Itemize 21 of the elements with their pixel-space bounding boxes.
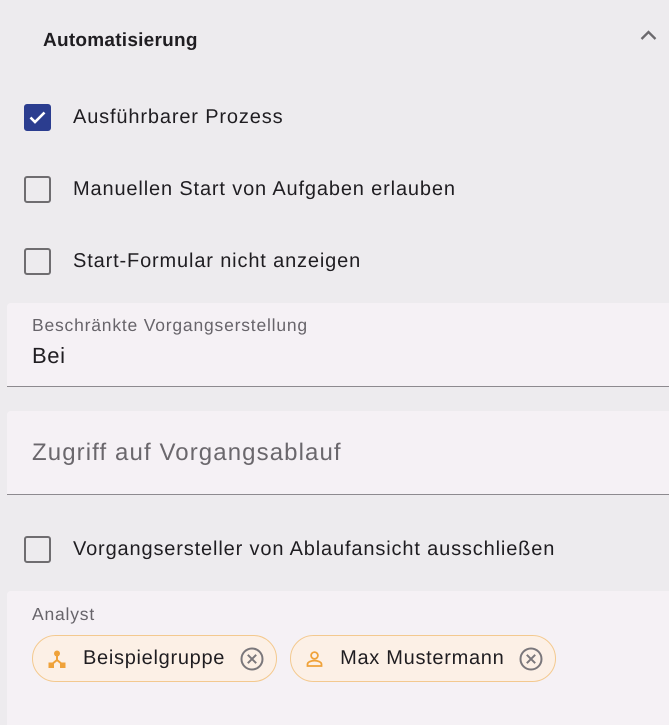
checkbox-label[interactable]: Ausführbarer Prozess [73, 106, 284, 128]
text-field[interactable]: Zugriff auf Vorgangsablauf [7, 411, 669, 495]
checkbox-label[interactable]: Vorgangsersteller von Ablaufansicht ausschließen [73, 538, 556, 560]
close-icon[interactable] [519, 646, 544, 670]
checkbox[interactable] [24, 536, 51, 562]
checkmark-icon [29, 110, 46, 124]
field-label: Analyst [32, 604, 95, 624]
section-title: Automatisierung [43, 30, 198, 52]
hierarchy-icon [48, 650, 66, 668]
checkbox[interactable] [24, 248, 51, 274]
checkbox[interactable] [24, 104, 51, 130]
chevron-up-icon[interactable] [640, 30, 657, 40]
checkbox-label[interactable]: Start-Formular nicht anzeigen [73, 250, 362, 272]
chip-input-field[interactable]: Analyst Beispielgruppe Max Mustermann [7, 591, 669, 725]
checkbox-label[interactable]: Manuellen Start von Aufgaben erlauben [73, 178, 456, 200]
close-icon[interactable] [240, 646, 264, 670]
text-field[interactable]: Beschränkte Vorgangserstellung Bei [7, 303, 669, 387]
checkbox[interactable] [24, 176, 51, 202]
person-icon [306, 650, 324, 666]
assignee-chip[interactable]: Beispielgruppe [32, 635, 278, 682]
assignee-chip[interactable]: Max Mustermann [290, 635, 556, 682]
